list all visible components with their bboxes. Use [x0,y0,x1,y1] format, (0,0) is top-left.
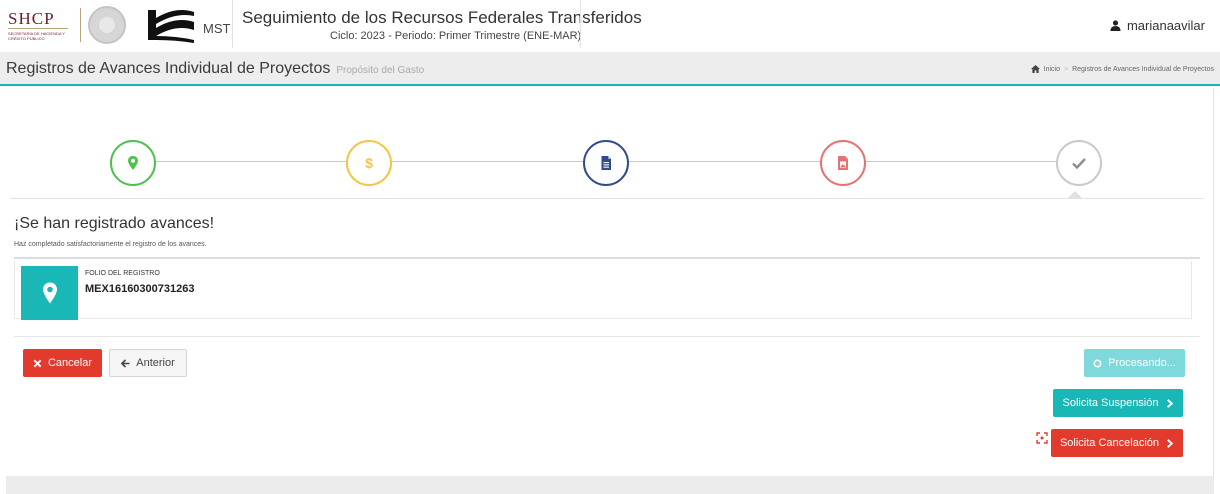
breadcrumb-home[interactable]: Inicio [1044,66,1060,73]
request-cancellation-label: Solicita Cancelación [1059,437,1160,449]
wizard-connector [392,161,583,162]
check-icon [1072,158,1086,170]
chevron-right-icon [1166,398,1173,408]
active-step-caret [1068,191,1082,198]
wizard-step-location[interactable] [110,140,156,186]
page-heading: Registros de Avances Individual de Proye… [0,52,1220,86]
chevron-right-icon [1167,438,1174,448]
shcp-logo-subtitle: SECRETARÍA DE HACIENDA Y CRÉDITO PÚBLICO [8,31,65,41]
document-icon [601,156,611,170]
request-suspension-label: Solicita Suspensión [1062,397,1159,409]
map-marker-icon [128,156,138,170]
main-panel: $ ¡Se han registrado avances! Haz comple… [6,88,1214,476]
mexico-seal-logo [88,6,126,44]
mst-logo-icon [148,10,194,43]
wizard-baseline [10,198,1204,199]
page-title: Registros de Avances Individual de Proye… [6,60,424,78]
username: marianaavilar [1126,18,1205,33]
section-divider [14,257,1200,259]
request-suspension-button[interactable]: Solicita Suspensión [1053,389,1183,417]
wizard-step-confirmation[interactable] [1056,140,1102,186]
wizard-step-budget[interactable]: $ [346,140,392,186]
page-title-text: Registros de Avances Individual de Proye… [6,60,331,77]
cycle-period: Ciclo: 2023 - Periodo: Primer Trimestre … [330,30,582,42]
wizard-step-documents[interactable] [583,140,629,186]
page-subtitle: Propósito del Gasto [336,65,425,76]
previous-button[interactable]: Anterior [109,349,187,377]
actions-divider [14,336,1200,337]
success-description: Haz completado satisfactoriamente el reg… [14,241,207,248]
svg-text:$: $ [365,155,373,171]
app-title: Seguimiento de los Recursos Federales Tr… [242,8,642,27]
breadcrumb-separator: > [1064,65,1069,73]
top-header: SHCP SECRETARÍA DE HACIENDA Y CRÉDITO PÚ… [0,0,1220,50]
cancel-button[interactable]: Cancelar [23,349,102,377]
arrow-left-icon [121,358,130,368]
mst-label: MST [203,21,231,36]
logo-divider [80,8,81,42]
folio-icon-box [21,266,78,320]
processing-button-label: Procesando... [1108,357,1176,369]
previous-button-label: Anterior [136,357,175,369]
wizard-connector [866,161,1056,162]
map-marker-icon [42,282,57,304]
user-icon [1110,20,1121,31]
wizard-steps: $ [6,138,1206,198]
user-menu[interactable]: marianaavilar [1110,18,1205,33]
focus-target-icon [1036,432,1048,444]
image-icon [838,156,848,170]
close-icon [33,359,42,367]
wizard-connector [156,161,346,162]
folio-card: FOLIO DEL REGISTRO MEX16160300731263 [14,261,1192,320]
shcp-logo[interactable]: SHCP SECRETARÍA DE HACIENDA Y CRÉDITO PÚ… [8,10,78,41]
dollar-icon: $ [365,155,373,171]
breadcrumb: Inicio > Registros de Avances Individual… [1030,65,1214,73]
shcp-logo-word: SHCP [8,10,68,29]
wizard-connector [629,161,820,162]
request-cancellation-button[interactable]: Solicita Cancelación [1051,429,1183,457]
breadcrumb-current: Registros de Avances Individual de Proye… [1072,65,1214,73]
success-title: ¡Se han registrado avances! [14,215,215,232]
header-divider [580,0,581,48]
home-icon [1030,65,1040,73]
wizard-step-images[interactable] [820,140,866,186]
cancel-button-label: Cancelar [47,357,93,369]
header-divider [232,0,233,48]
page-footer [6,476,1214,494]
folio-value: MEX16160300731263 [85,283,195,295]
spinner-icon [1093,359,1102,367]
processing-button[interactable]: Procesando... [1084,349,1185,377]
folio-label: FOLIO DEL REGISTRO [85,270,160,277]
